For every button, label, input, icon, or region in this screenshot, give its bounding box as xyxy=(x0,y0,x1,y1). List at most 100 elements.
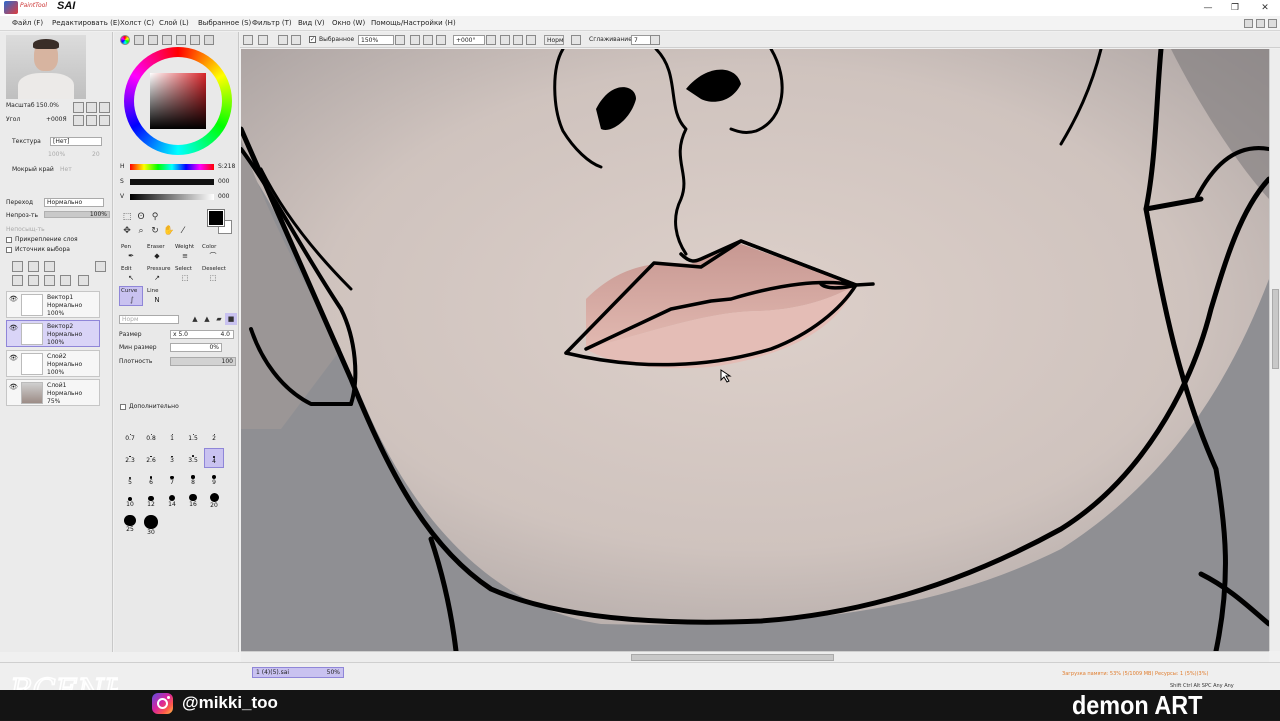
rotate-left-button[interactable] xyxy=(500,35,510,45)
delete-layer-button[interactable] xyxy=(60,275,71,286)
menu-help[interactable]: Помощь/Настройки (H) xyxy=(371,19,456,27)
eyedropper-icon[interactable]: ⁄ xyxy=(177,225,189,237)
brush-size-option[interactable]: 5 xyxy=(120,470,140,490)
horizontal-scroll-thumb[interactable] xyxy=(631,654,834,661)
saturation-slider[interactable] xyxy=(130,179,214,185)
pressure-tool-icon[interactable]: ↗ xyxy=(148,274,166,283)
weight-tool-icon[interactable]: ≡ xyxy=(176,252,194,261)
brush-size-option[interactable]: 9 xyxy=(204,470,224,490)
blend-mode-select[interactable]: Нормально xyxy=(44,198,104,207)
hand-tool-icon[interactable]: ✋ xyxy=(163,225,175,237)
panel-layout-button-2[interactable] xyxy=(1256,19,1265,28)
swatches-mode-icon[interactable] xyxy=(162,35,172,45)
horizontal-scrollbar[interactable] xyxy=(241,651,1269,662)
advanced-checkbox[interactable] xyxy=(120,404,126,410)
tool-weight[interactable]: Weight xyxy=(175,244,194,250)
tool-eraser[interactable]: Eraser xyxy=(147,244,165,250)
color-wheel-mode-icon[interactable] xyxy=(120,35,130,45)
brush-size-option[interactable]: 8 xyxy=(183,470,203,490)
layer-item[interactable]: 👁 Вектор1 Нормально 100% xyxy=(6,291,100,318)
move-tool-icon[interactable]: ✥ xyxy=(121,225,133,237)
saturation-value-square[interactable] xyxy=(150,73,206,129)
visibility-eye-icon[interactable]: 👁 xyxy=(9,354,18,362)
hue-slider[interactable] xyxy=(130,164,214,170)
layer-options-button[interactable] xyxy=(95,261,106,272)
tool-edit[interactable]: Edit xyxy=(121,266,132,272)
line-tool-icon[interactable]: N xyxy=(148,296,166,305)
visibility-eye-icon[interactable]: 👁 xyxy=(9,295,18,303)
tool-pressure[interactable]: Pressure xyxy=(147,266,171,272)
brush-size-option[interactable]: 10 xyxy=(120,492,140,512)
scratchpad-mode-icon[interactable] xyxy=(176,35,186,45)
brush-size-option[interactable]: 1.5 xyxy=(183,426,203,446)
brush-size-option[interactable]: 6 xyxy=(141,470,161,490)
zoom-in-button[interactable] xyxy=(423,35,433,45)
merge-down-button[interactable] xyxy=(28,275,39,286)
brush-mode-select[interactable]: Норм xyxy=(119,315,179,324)
eraser-tool-icon[interactable]: ◆ xyxy=(148,252,166,261)
brush-size-option[interactable]: 4 xyxy=(204,448,224,468)
stabilizer-dropdown-button[interactable] xyxy=(650,35,660,45)
brush-size-option[interactable]: 0.8 xyxy=(141,426,161,446)
rotate-tool-icon[interactable]: ↻ xyxy=(149,225,161,237)
new-linework-layer-button[interactable] xyxy=(28,261,39,272)
brush-size-option[interactable]: 25 xyxy=(120,514,140,534)
new-layer-button[interactable] xyxy=(12,261,23,272)
brush-size-option[interactable]: 1 xyxy=(162,426,182,446)
select-all-button[interactable] xyxy=(243,35,253,45)
menu-file[interactable]: Файл (F) xyxy=(12,19,43,27)
brush-shape-round-icon[interactable]: ▲ xyxy=(189,313,201,325)
rotate-right-button[interactable] xyxy=(513,35,523,45)
hsv-sliders-mode-icon[interactable] xyxy=(148,35,158,45)
lasso-tool-icon[interactable]: ʘ xyxy=(135,211,147,223)
new-folder-button[interactable] xyxy=(44,261,55,272)
panel-layout-button-3[interactable] xyxy=(1268,19,1277,28)
brush-size-option[interactable]: 7 xyxy=(162,470,182,490)
deselect-button[interactable] xyxy=(258,35,268,45)
brush-size-option[interactable]: 14 xyxy=(162,492,182,512)
tool-color[interactable]: Color xyxy=(202,244,216,250)
menu-filter[interactable]: Фильтр (T) xyxy=(252,19,292,27)
zoom-reset-button[interactable] xyxy=(436,35,446,45)
brush-size-option[interactable]: 2 xyxy=(204,426,224,446)
nav-rotate-left-button[interactable] xyxy=(73,115,84,126)
edit-tool-icon[interactable]: ↖ xyxy=(122,274,140,283)
nav-rotate-reset-button[interactable] xyxy=(99,115,110,126)
value-slider[interactable] xyxy=(130,194,214,200)
vertical-scrollbar[interactable] xyxy=(1269,49,1280,651)
color-mixer-mode-icon[interactable] xyxy=(190,35,200,45)
zoom-out-button[interactable] xyxy=(410,35,420,45)
tool-curve[interactable]: Curve xyxy=(121,288,137,294)
layer-item[interactable]: 👁 Слой2 Нормально 100% xyxy=(6,350,100,377)
invert-selection-button[interactable] xyxy=(278,35,288,45)
layer-item[interactable]: 👁 Слой1 Нормально 75% xyxy=(6,379,100,406)
nav-zoom-out-button[interactable] xyxy=(73,102,84,113)
visibility-eye-icon[interactable]: 👁 xyxy=(9,324,18,332)
nav-rotate-right-button[interactable] xyxy=(86,115,97,126)
minimize-button[interactable]: — xyxy=(1195,1,1221,15)
transfer-down-button[interactable] xyxy=(12,275,23,286)
menu-selection[interactable]: Выбранное (S) xyxy=(198,19,251,27)
magic-wand-icon[interactable]: ⚲ xyxy=(149,211,161,223)
brush-shape-square-icon[interactable]: ■ xyxy=(225,313,237,325)
selection-source-checkbox[interactable] xyxy=(6,247,12,253)
brush-size-option[interactable]: 2.6 xyxy=(141,448,161,468)
selection-visible-checkbox[interactable]: ✓ xyxy=(309,36,316,43)
visibility-eye-icon[interactable]: 👁 xyxy=(9,383,18,391)
angle-dropdown-button[interactable] xyxy=(486,35,496,45)
brush-size-option[interactable]: 3 xyxy=(162,448,182,468)
user-colors-mode-icon[interactable] xyxy=(204,35,214,45)
rgb-sliders-mode-icon[interactable] xyxy=(134,35,144,45)
color-tool-icon[interactable]: ⌒ xyxy=(204,252,222,261)
menu-edit[interactable]: Редактировать (E) xyxy=(52,19,120,27)
drawing-canvas[interactable] xyxy=(241,49,1269,651)
opacity-slider[interactable]: 100% xyxy=(44,211,110,218)
flip-horizontal-button[interactable] xyxy=(571,35,581,45)
brush-size-option[interactable]: 30 xyxy=(141,514,161,536)
menu-canvas[interactable]: Холст (C) xyxy=(120,19,154,27)
brush-size-option[interactable]: 0.7 xyxy=(120,426,140,446)
brush-size-option[interactable]: 20 xyxy=(204,492,224,512)
rect-select-tool-icon[interactable]: ⬚ xyxy=(121,211,133,223)
brush-size-option[interactable]: 16 xyxy=(183,492,203,512)
min-size-field[interactable]: 0% xyxy=(170,343,222,352)
